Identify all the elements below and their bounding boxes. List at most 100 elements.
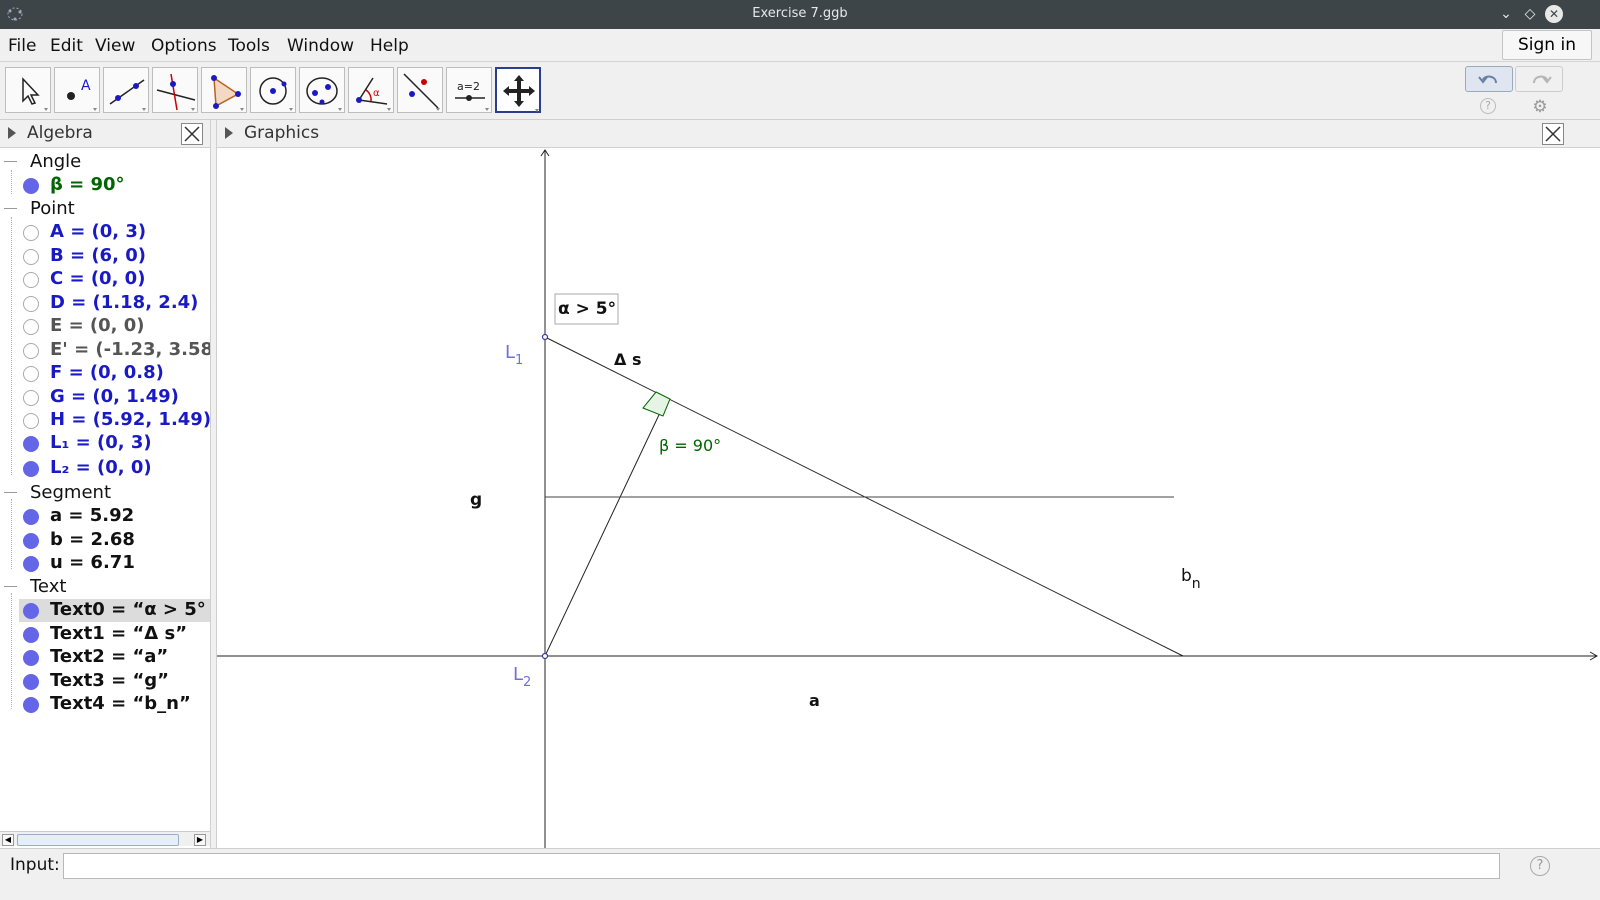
visibility-toggle[interactable] <box>23 366 39 382</box>
graphics-close-icon[interactable] <box>1542 123 1564 145</box>
algebra-collapse-icon[interactable] <box>8 127 16 139</box>
algebra-item-a[interactable]: a = 5.92 <box>0 505 210 528</box>
menu-tools[interactable]: Tools <box>228 36 270 56</box>
perpendicular-tool-button[interactable] <box>152 67 198 113</box>
line-tool-button[interactable] <box>103 67 149 113</box>
algebra-item-text4[interactable]: Text4 = “b_n” <box>0 693 210 716</box>
input-field[interactable] <box>63 853 1500 879</box>
visibility-toggle[interactable] <box>23 343 39 359</box>
input-help-icon[interactable]: ? <box>1530 856 1550 876</box>
menu-options[interactable]: Options <box>151 36 217 56</box>
text4-label[interactable]: bn <box>1181 566 1201 592</box>
algebra-item-L1[interactable]: L₁ = (0, 3) <box>0 432 210 455</box>
right-angle-marker[interactable] <box>642 391 671 417</box>
sign-in-button[interactable]: Sign in <box>1502 30 1592 60</box>
angle-tool-button[interactable]: α <box>348 67 394 113</box>
visibility-toggle[interactable] <box>23 436 39 452</box>
point-L2-label[interactable]: L2 <box>513 664 531 690</box>
algebra-item-E[interactable]: E = (0, 0) <box>0 315 210 338</box>
scroll-thumb[interactable] <box>17 834 179 846</box>
reflect-tool-button[interactable] <box>397 67 443 113</box>
algebra-horizontal-scrollbar[interactable]: ◀ ▶ <box>0 831 210 846</box>
algebra-item-text2[interactable]: Text2 = “a” <box>0 646 210 669</box>
algebra-item-B[interactable]: B = (6, 0) <box>0 245 210 268</box>
algebra-item-text0[interactable]: Text0 = “α > 5° <box>19 599 210 622</box>
polygon-tool-button[interactable] <box>201 67 247 113</box>
algebra-item-F[interactable]: F = (0, 0.8) <box>0 362 210 385</box>
segment-b[interactable] <box>544 399 667 657</box>
menu-window[interactable]: Window <box>287 36 354 56</box>
visibility-toggle[interactable] <box>23 533 39 549</box>
algebra-item-b[interactable]: b = 2.68 <box>0 529 210 552</box>
circle-tool-button[interactable] <box>250 67 296 113</box>
menu-bar: File Edit View Options Tools Window Help… <box>0 29 1600 62</box>
algebra-item-D[interactable]: D = (1.18, 2.4) <box>0 292 210 315</box>
text3-label[interactable]: g <box>470 490 482 510</box>
visibility-toggle[interactable] <box>23 319 39 335</box>
visibility-toggle[interactable] <box>23 603 39 619</box>
algebra-item-text3[interactable]: Text3 = “g” <box>0 670 210 693</box>
slider-tool-button[interactable]: a=2 <box>446 67 492 113</box>
point-L1[interactable] <box>541 333 549 341</box>
menu-help[interactable]: Help <box>370 36 409 56</box>
help-icon[interactable]: ? <box>1480 98 1496 114</box>
visibility-toggle[interactable] <box>23 627 39 643</box>
polygon-icon <box>211 75 244 111</box>
visibility-toggle[interactable] <box>23 178 39 194</box>
algebra-item-H[interactable]: H = (5.92, 1.49) <box>0 409 210 432</box>
visibility-toggle[interactable] <box>23 509 39 525</box>
close-window-icon[interactable]: ✕ <box>1545 5 1563 23</box>
menu-file[interactable]: File <box>8 36 36 56</box>
menu-view[interactable]: View <box>95 36 135 56</box>
algebra-item-A[interactable]: A = (0, 3) <box>0 221 210 244</box>
algebra-item-E-prime[interactable]: E' = (-1.23, 3.58 <box>0 339 210 362</box>
visibility-toggle[interactable] <box>23 296 39 312</box>
algebra-close-icon[interactable] <box>181 123 203 145</box>
ellipse-tool-button[interactable] <box>299 67 345 113</box>
graphics-collapse-icon[interactable] <box>225 127 233 139</box>
redo-button[interactable] <box>1515 66 1563 92</box>
undo-button[interactable] <box>1465 66 1513 92</box>
angle-icon: α <box>356 77 391 111</box>
ellipse-icon <box>306 77 342 111</box>
point-icon: A <box>67 78 97 111</box>
maximize-icon[interactable]: ◇ <box>1521 5 1539 23</box>
visibility-toggle[interactable] <box>23 390 39 406</box>
beta-label[interactable]: β = 90° <box>659 436 721 455</box>
text2-label[interactable]: a <box>809 691 820 710</box>
graphics-view[interactable]: α > 5° Δ s β = 90° g a bn L1 L2 <box>217 148 1600 848</box>
reflect-icon <box>403 73 440 111</box>
algebra-item-L2[interactable]: L₂ = (0, 0) <box>0 457 210 480</box>
point-tool-button[interactable]: A <box>54 67 100 113</box>
menu-edit[interactable]: Edit <box>50 36 83 56</box>
move-graphics-tool-button[interactable] <box>495 67 541 113</box>
visibility-toggle[interactable] <box>23 225 39 241</box>
visibility-toggle[interactable] <box>23 556 39 572</box>
visibility-toggle[interactable] <box>23 697 39 713</box>
point-L2[interactable] <box>541 652 549 660</box>
visibility-toggle[interactable] <box>23 249 39 265</box>
text1-label[interactable]: Δ s <box>614 350 641 369</box>
panel-splitter[interactable] <box>210 120 217 848</box>
visibility-toggle[interactable] <box>23 650 39 666</box>
visibility-toggle[interactable] <box>23 413 39 429</box>
visibility-toggle[interactable] <box>23 272 39 288</box>
algebra-item-u[interactable]: u = 6.71 <box>0 552 210 575</box>
title-bar: Exercise 7.ggb ⌄ ◇ ✕ <box>0 0 1600 29</box>
scroll-left-icon[interactable]: ◀ <box>2 834 14 846</box>
point-L1-label[interactable]: L1 <box>505 342 523 368</box>
gear-icon[interactable]: ⚙ <box>1531 98 1549 116</box>
graphics-canvas[interactable]: α > 5° Δ s β = 90° g a bn L1 L2 <box>217 148 1600 848</box>
scroll-right-icon[interactable]: ▶ <box>194 834 206 846</box>
visibility-toggle[interactable] <box>23 674 39 690</box>
move-graphics-view-icon <box>503 75 539 112</box>
text0-label[interactable]: α > 5° <box>558 299 616 319</box>
minimize-icon[interactable]: ⌄ <box>1497 5 1515 23</box>
algebra-item-beta[interactable]: β = 90° <box>0 174 210 197</box>
move-tool-button[interactable] <box>5 67 51 113</box>
algebra-item-G[interactable]: G = (0, 1.49) <box>0 386 210 409</box>
algebra-item-C[interactable]: C = (0, 0) <box>0 268 210 291</box>
algebra-view: Angle β = 90° Point A = (0, 3) B = (6, 0… <box>0 148 210 846</box>
visibility-toggle[interactable] <box>23 461 39 477</box>
algebra-item-text1[interactable]: Text1 = “Δ s” <box>0 623 210 646</box>
